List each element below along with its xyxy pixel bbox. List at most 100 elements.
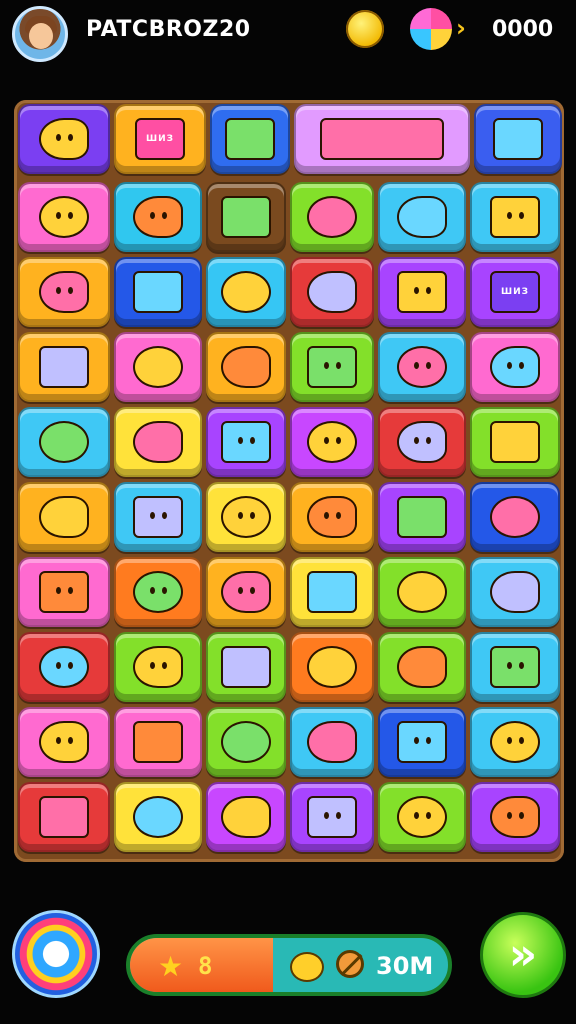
camera-icon xyxy=(397,796,447,838)
tile-r9-c5[interactable] xyxy=(378,782,466,852)
tile-r4-c1[interactable] xyxy=(18,407,110,477)
fish-icon xyxy=(307,571,357,613)
tile-r8-c6[interactable] xyxy=(470,707,560,777)
tile-r1-c3[interactable] xyxy=(206,182,286,252)
tile-r3-c5[interactable] xyxy=(378,332,466,402)
fruit-icon xyxy=(133,271,183,313)
tile-r8-c5[interactable] xyxy=(378,707,466,777)
tile-r3-c6[interactable] xyxy=(470,332,560,402)
gadget-icon xyxy=(397,646,447,688)
tile-r9-c2[interactable] xyxy=(114,782,202,852)
tile-r8-c1[interactable] xyxy=(18,707,110,777)
tile-r6-c4[interactable] xyxy=(290,557,374,627)
tile-r3-c2[interactable] xyxy=(114,332,202,402)
fish-icon xyxy=(397,196,447,238)
tile-top-1[interactable] xyxy=(18,104,110,174)
tile-r7-c2[interactable] xyxy=(114,632,202,702)
tile-r6-c1[interactable] xyxy=(18,557,110,627)
flags-icon xyxy=(490,421,540,463)
chevron-right-icon[interactable]: › xyxy=(456,14,466,42)
tile-r9-c6[interactable] xyxy=(470,782,560,852)
sign-icon: ШИЗ xyxy=(490,271,540,313)
sun-icon xyxy=(221,796,271,838)
tile-r5-c2[interactable] xyxy=(114,482,202,552)
house-icon xyxy=(307,346,357,388)
tile-r3-c1[interactable] xyxy=(18,332,110,402)
tile-r4-c2[interactable] xyxy=(114,407,202,477)
tile-r1-c6[interactable] xyxy=(470,182,560,252)
tile-top-3[interactable] xyxy=(210,104,290,174)
next-button[interactable]: » xyxy=(480,912,566,998)
card-icon xyxy=(397,571,447,613)
progress-left-text: 8 xyxy=(198,952,213,980)
tile-r2-c6[interactable]: ШИЗ xyxy=(470,257,560,327)
tile-top-2[interactable]: ШИЗ xyxy=(114,104,206,174)
sun-face-icon xyxy=(221,196,271,238)
tile-r7-c3[interactable] xyxy=(206,632,286,702)
cup-icon xyxy=(397,271,447,313)
smiley-icon xyxy=(290,952,324,982)
tile-r1-c4[interactable] xyxy=(290,182,374,252)
tile-r2-c2[interactable] xyxy=(114,257,202,327)
fish-icon xyxy=(133,196,183,238)
sausage-icon xyxy=(221,346,271,388)
tile-r5-c4[interactable] xyxy=(290,482,374,552)
plant-icon xyxy=(221,421,271,463)
tile-r3-c3[interactable] xyxy=(206,332,286,402)
tile-r2-c4[interactable] xyxy=(290,257,374,327)
tile-r7-c4[interactable] xyxy=(290,632,374,702)
map-icon xyxy=(39,346,89,388)
tile-r6-c3[interactable] xyxy=(206,557,286,627)
username: PATCBRОZ20 xyxy=(86,17,251,42)
palm-icon xyxy=(307,721,357,763)
globe-icon[interactable] xyxy=(12,910,100,998)
ball-icon[interactable] xyxy=(410,8,452,50)
tile-r5-c3[interactable] xyxy=(206,482,286,552)
fish-icon xyxy=(490,196,540,238)
tile-r7-c5[interactable] xyxy=(378,632,466,702)
tile-r7-c1[interactable] xyxy=(18,632,110,702)
tile-r7-c6[interactable] xyxy=(470,632,560,702)
tile-r9-c4[interactable] xyxy=(290,782,374,852)
tile-top-5[interactable] xyxy=(474,104,562,174)
tile-r4-c5[interactable] xyxy=(378,407,466,477)
tile-r8-c3[interactable] xyxy=(206,707,286,777)
fish-icon xyxy=(490,346,540,388)
face-icon xyxy=(490,646,540,688)
tile-r5-c5[interactable] xyxy=(378,482,466,552)
tile-r8-c4[interactable] xyxy=(290,707,374,777)
tile-r4-c4[interactable] xyxy=(290,407,374,477)
tile-r4-c6[interactable] xyxy=(470,407,560,477)
top-bar: PATCBRОZ20 › 0000 xyxy=(0,0,576,72)
tile-r4-c3[interactable] xyxy=(206,407,286,477)
card-icon xyxy=(133,571,183,613)
tile-r1-c2[interactable] xyxy=(114,182,202,252)
machine-icon xyxy=(397,421,447,463)
tile-label: ШИЗ xyxy=(145,134,175,144)
ticket-icon: ШИЗ xyxy=(135,118,185,160)
tile-r1-c5[interactable] xyxy=(378,182,466,252)
tile-r8-c2[interactable] xyxy=(114,707,202,777)
fish-icon xyxy=(39,421,89,463)
tile-r6-c5[interactable] xyxy=(378,557,466,627)
submarine-icon xyxy=(39,271,89,313)
avatar[interactable] xyxy=(12,6,68,62)
tile-r1-c1[interactable] xyxy=(18,182,110,252)
tile-r5-c6[interactable] xyxy=(470,482,560,552)
tile-r3-c4[interactable] xyxy=(290,332,374,402)
tile-r2-c5[interactable] xyxy=(378,257,466,327)
fish-icon xyxy=(397,721,447,763)
star-icon: ★ xyxy=(158,950,184,983)
tile-r6-c6[interactable] xyxy=(470,557,560,627)
tile-r9-c1[interactable] xyxy=(18,782,110,852)
tile-r2-c3[interactable] xyxy=(206,257,286,327)
palm-icon xyxy=(490,796,540,838)
shell-icon xyxy=(39,496,89,538)
tile-r9-c3[interactable] xyxy=(206,782,286,852)
tile-r6-c2[interactable] xyxy=(114,557,202,627)
vegetables-icon xyxy=(307,421,357,463)
tile-r2-c1[interactable] xyxy=(18,257,110,327)
smiley-coin-icon[interactable] xyxy=(346,10,384,48)
tile-top-4[interactable] xyxy=(294,104,470,174)
tile-r5-c1[interactable] xyxy=(18,482,110,552)
